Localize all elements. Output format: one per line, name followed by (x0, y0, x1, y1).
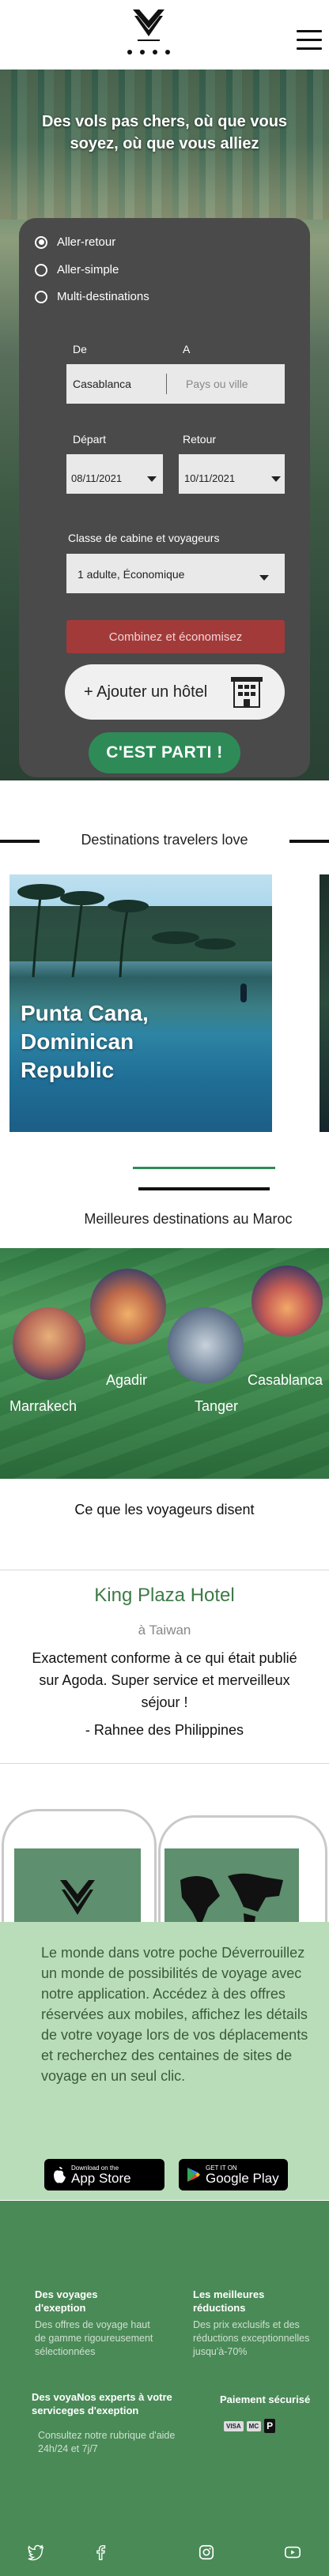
footer-col1-title: Des voyages d'exeption (35, 2288, 98, 2314)
footer-col1-text: Des offres de voyage haut de gamme rigou… (35, 2319, 153, 2357)
logo[interactable] (117, 5, 180, 60)
footer-col2-title: Les meilleures réductions (193, 2288, 265, 2314)
city-image-tanger[interactable] (168, 1307, 244, 1383)
carousel-indicator (133, 1167, 275, 1169)
to-label: A (183, 343, 191, 355)
to-input[interactable]: Pays ou ville (186, 378, 248, 390)
destination-name: Punta Cana, Dominican Republic (21, 1001, 149, 1082)
swimmer-figure (240, 983, 247, 1002)
testimonial-author: - Rahnee des Philippines (85, 1722, 244, 1738)
city-label-agadir[interactable]: Agadir (106, 1372, 147, 1389)
youtube-icon[interactable] (283, 2544, 302, 2561)
from-label: De (73, 343, 87, 355)
hero-title: Des vols pas chers, où que vous soyez, o… (41, 113, 288, 152)
add-hotel-button[interactable]: + Ajouter un hôtel (65, 664, 285, 720)
testimonial-hotel: King Plaza Hotel (94, 1585, 235, 1606)
city-image-agadir[interactable] (90, 1269, 166, 1344)
trip-type-multi[interactable]: Multi-destinations (35, 290, 149, 303)
footer-col3-title: Des voyaNos experts à votre serviceges d… (32, 2391, 172, 2416)
radio-checked-icon (35, 235, 47, 249)
next-destination-card[interactable] (320, 874, 329, 1132)
menu-icon[interactable] (297, 30, 322, 51)
instagram-icon[interactable] (198, 2544, 215, 2561)
trip-type-label: Aller-retour (57, 235, 116, 249)
footer (0, 2201, 329, 2576)
city-label-marrakech[interactable]: Marrakech (9, 1398, 77, 1415)
from-input[interactable]: Casablanca (73, 378, 131, 390)
return-date-value: 10/11/2021 (184, 472, 236, 484)
app-store-big: App Store (71, 2170, 131, 2186)
cabin-label: Classe de cabine et voyageurs (68, 532, 220, 544)
apple-icon (54, 2167, 66, 2183)
chevron-down-icon (271, 476, 281, 482)
hotel-icon (231, 677, 263, 708)
google-play-big: Google Play (206, 2170, 279, 2186)
combine-save-button[interactable]: Combinez et économisez (66, 620, 285, 653)
city-label-casablanca[interactable]: Casablanca (248, 1372, 323, 1389)
facebook-icon[interactable] (92, 2544, 109, 2561)
testimonials-title: Ce que les voyageurs disent (74, 1502, 255, 1517)
add-hotel-label: + Ajouter un hôtel (84, 683, 208, 701)
trip-type-label: Multi-destinations (57, 290, 149, 303)
depart-label: Départ (73, 433, 107, 446)
city-image-marrakech[interactable] (13, 1307, 85, 1380)
depart-date-value: 08/11/2021 (71, 472, 123, 484)
field-divider (166, 374, 167, 394)
radio-unchecked-icon (35, 290, 47, 303)
search-submit-button[interactable]: C'EST PARTI ! (89, 732, 240, 773)
return-label: Retour (183, 433, 217, 446)
paypal-icon: P (264, 2419, 276, 2433)
app-store-button[interactable]: Download on the App Store (44, 2159, 164, 2191)
testimonial-text: Exactement conforme à ce qui était publi… (32, 1650, 297, 1710)
city-image-casablanca[interactable] (251, 1265, 323, 1337)
trip-type-label: Aller-simple (57, 263, 119, 276)
google-play-button[interactable]: GET IT ON Google Play (179, 2159, 288, 2191)
palm-trees-image (17, 884, 236, 977)
footer-col2-text: Des prix exclusifs et des réductions exc… (193, 2319, 310, 2357)
chevron-down-icon (147, 476, 157, 482)
footer-col4-title: Paiement sécurisé (220, 2394, 311, 2405)
payment-icons: VISA MC P (224, 2419, 276, 2433)
twitter-icon[interactable] (27, 2544, 44, 2561)
city-label-tanger[interactable]: Tanger (195, 1398, 238, 1415)
testimonial-location: à Taiwan (138, 1623, 191, 1638)
cabin-value: 1 adulte, Économique (78, 568, 185, 581)
footer-col3-text: Consultez notre rubrique d'aide 24h/24 e… (38, 2430, 176, 2454)
maroc-title: Meilleures destinations au Maroc (84, 1211, 293, 1227)
trip-type-one-way[interactable]: Aller-simple (35, 263, 119, 276)
mastercard-icon: MC (246, 2420, 262, 2431)
app-promo-text: Le monde dans votre poche Déverrouillez … (41, 1945, 308, 2084)
visa-icon: VISA (224, 2420, 244, 2431)
google-play-icon (187, 2168, 200, 2182)
radio-unchecked-icon (35, 263, 47, 276)
destinations-title: Destinations travelers love (40, 829, 289, 851)
chevron-down-icon (259, 575, 269, 581)
header (0, 0, 329, 70)
trip-type-round-trip[interactable]: Aller-retour (35, 235, 115, 249)
section-divider (138, 1187, 270, 1190)
destination-card[interactable]: Punta Cana, Dominican Republic (9, 874, 272, 1132)
